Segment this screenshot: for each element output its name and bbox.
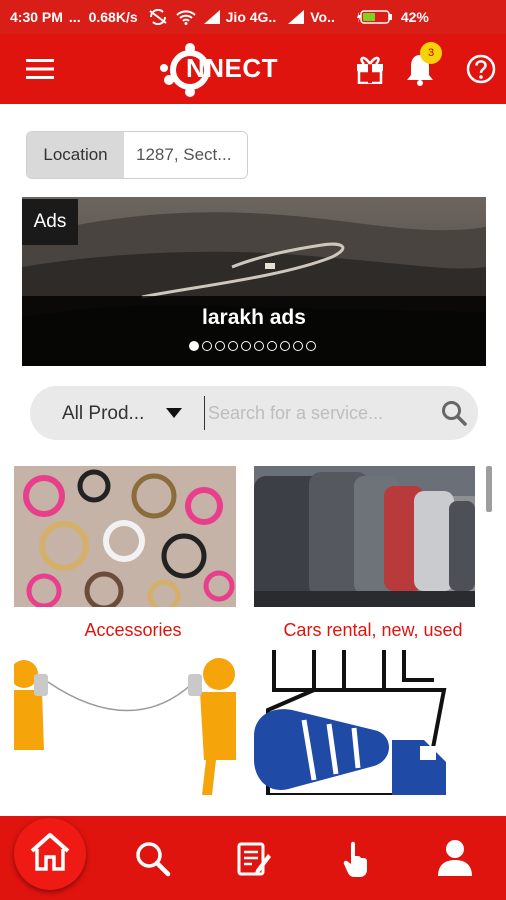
cars-image — [254, 466, 475, 607]
signal-icon — [288, 10, 305, 24]
search-icon[interactable] — [440, 399, 468, 427]
status-time: 4:30 PM — [10, 9, 63, 25]
location-field[interactable]: Location 1287, Sect... — [26, 131, 248, 179]
category-tile-communication[interactable] — [14, 650, 236, 795]
home-icon[interactable] — [29, 831, 71, 873]
scrollbar[interactable] — [486, 466, 492, 512]
battery-icon — [356, 10, 392, 24]
transport-image — [254, 650, 447, 795]
carousel-dots — [189, 341, 316, 351]
help-icon[interactable] — [466, 54, 496, 84]
carousel-dot[interactable] — [202, 341, 212, 351]
carousel-dot[interactable] — [241, 341, 251, 351]
notification-badge: 3 — [420, 42, 442, 64]
status-speed: 0.68K/s — [88, 9, 138, 25]
carousel-dot[interactable] — [228, 341, 238, 351]
carousel-dot[interactable] — [280, 341, 290, 351]
carousel-dot[interactable] — [267, 341, 277, 351]
category-label-accessories[interactable]: Accessories — [14, 620, 252, 641]
status-bar: 4:30 PM ... 0.68K/s Jio 4G.. Vo.. 42% — [0, 0, 506, 34]
location-label: Location — [27, 132, 124, 178]
signal-icon — [203, 10, 220, 24]
menu-icon[interactable] — [26, 57, 54, 81]
app-logo-text: NNECT — [186, 53, 279, 83]
gift-icon[interactable] — [354, 52, 386, 84]
ads-tag: Ads — [22, 199, 78, 245]
status-battery: 42% — [400, 9, 429, 25]
orders-icon[interactable] — [236, 840, 272, 878]
status-carrier1: Jio 4G.. — [225, 9, 277, 25]
tap-icon[interactable] — [342, 840, 370, 878]
status-carrier2: Vo.. — [310, 9, 335, 25]
carousel-dot[interactable] — [293, 341, 303, 351]
communication-image — [14, 658, 236, 795]
category-tile-cars[interactable] — [254, 466, 475, 607]
category-label-cars[interactable]: Cars rental, new, used — [254, 620, 492, 641]
carousel-dot[interactable] — [215, 341, 225, 351]
banner-title: larakh ads — [202, 306, 306, 329]
carousel-dot[interactable] — [254, 341, 264, 351]
sync-off-icon — [149, 9, 167, 25]
search-icon[interactable] — [134, 840, 172, 878]
category-tile-transport[interactable] — [254, 650, 475, 795]
carousel-dot[interactable] — [306, 341, 316, 351]
chevron-down-icon[interactable] — [164, 404, 184, 422]
profile-icon[interactable] — [436, 838, 474, 878]
search-input[interactable] — [204, 396, 424, 430]
carousel-dot[interactable] — [189, 341, 199, 351]
status-dots: ... — [68, 9, 81, 25]
wifi-icon — [175, 10, 196, 25]
category-tile-accessories[interactable] — [14, 466, 236, 607]
location-value[interactable]: 1287, Sect... — [124, 132, 247, 178]
accessories-image — [14, 466, 236, 607]
